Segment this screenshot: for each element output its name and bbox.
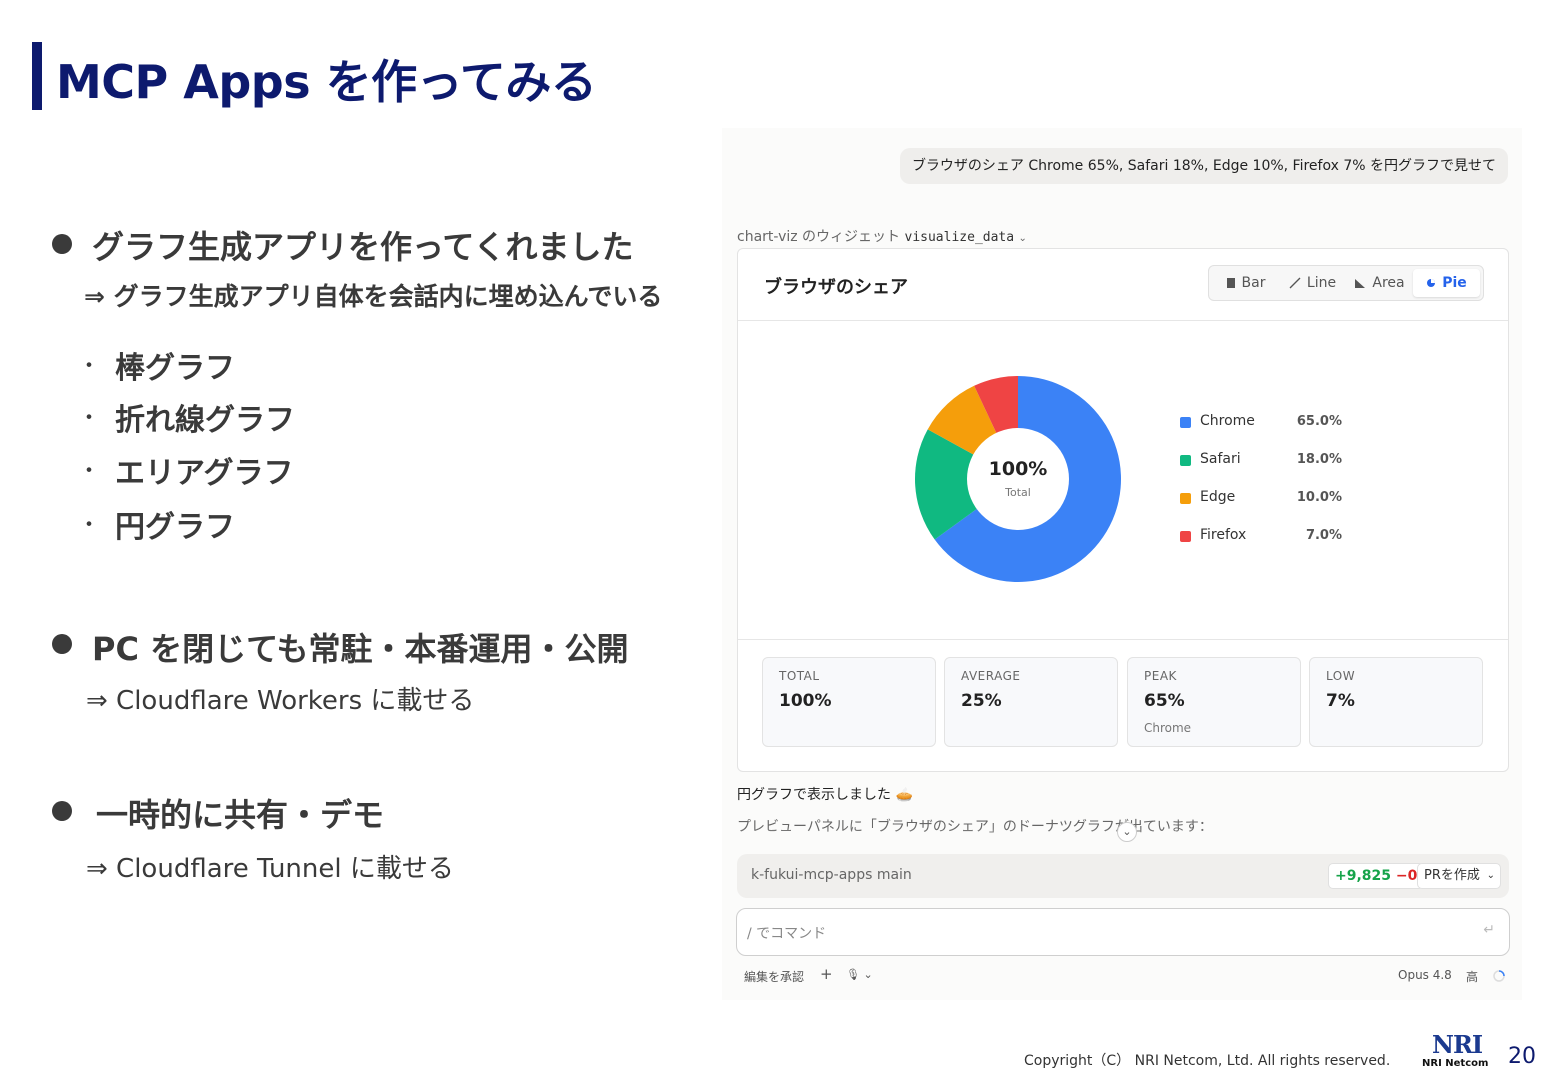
chart-card: ブラウザのシェア Bar Line Area Pie 100% Total Ch… — [737, 248, 1509, 772]
donut-center-label: Total — [1004, 486, 1031, 499]
bullet-heading-2: PC を閉じても常駐・本番運用・公開 — [92, 630, 629, 668]
legend-value: 10.0% — [1296, 490, 1342, 505]
stat-key: LOW — [1326, 669, 1356, 683]
bullet-sub-3: ⇒ Cloudflare Tunnel に載せる — [86, 854, 454, 884]
legend-label: Safari — [1200, 451, 1241, 467]
chevron-down-icon: ⌄ — [1486, 870, 1495, 881]
list-item-line: 折れ線グラフ — [115, 403, 295, 438]
chart-type-bar-button[interactable]: Bar — [1212, 269, 1279, 297]
stat-total: TOTAL 100% — [762, 657, 936, 747]
create-pr-label: PRを作成 — [1424, 868, 1480, 883]
chevron-down-icon: ⌄ — [1018, 233, 1027, 244]
diff-additions: +9,825 — [1335, 868, 1392, 884]
logo-mark: NRI — [1432, 1030, 1483, 1059]
legend-swatch — [1180, 531, 1191, 542]
list-item-bar: 棒グラフ — [115, 351, 235, 386]
list-item-area: エリアグラフ — [115, 456, 294, 491]
widget-prefix: chart-viz のウィジェット — [737, 229, 901, 245]
bullet-dot — [52, 234, 72, 254]
branch-name: k-fukui-mcp-apps main — [751, 867, 912, 883]
chart-type-switcher: Bar Line Area Pie — [1208, 265, 1484, 301]
bullet-dot — [52, 634, 72, 654]
stat-key: TOTAL — [779, 669, 820, 683]
slide-title: MCP Apps を作ってみる — [56, 55, 597, 109]
legend-label: Firefox — [1200, 527, 1247, 543]
nri-logo: NRI NRI Netcom — [1422, 1030, 1488, 1072]
branch-bar: k-fukui-mcp-apps main +9,825 −0 PRを作成 ⌄ — [737, 854, 1509, 898]
stat-peak: PEAK 65% Chrome — [1127, 657, 1301, 747]
bar-icon — [1226, 278, 1235, 288]
stat-key: AVERAGE — [961, 669, 1021, 683]
enter-icon[interactable]: ↵ — [1483, 922, 1495, 938]
bullet-sub-2: ⇒ Cloudflare Workers に載せる — [86, 686, 475, 716]
copyright: Copyright（C） NRI Netcom, Ltd. All rights… — [1024, 1053, 1391, 1069]
legend-value: 7.0% — [1305, 528, 1342, 543]
stat-value: 7% — [1326, 691, 1355, 711]
legend-swatch — [1180, 417, 1191, 428]
line-icon — [1289, 277, 1301, 289]
legend-item: Edge 10.0% — [1178, 485, 1358, 523]
list-marker: ・ — [78, 459, 101, 484]
stat-key: PEAK — [1144, 669, 1177, 683]
list-marker: ・ — [78, 513, 101, 538]
legend-item: Chrome 65.0% — [1178, 409, 1358, 447]
command-input[interactable]: / でコマンド ↵ — [736, 908, 1510, 956]
chart-type-label: Bar — [1241, 275, 1266, 291]
stat-sub: Chrome — [1144, 721, 1192, 735]
chat-screenshot: ブラウザのシェア Chrome 65%, Safari 18%, Edge 10… — [722, 128, 1522, 1000]
diff-deletions: −0 — [1395, 868, 1418, 884]
bullet-dot — [52, 801, 72, 821]
widget-label[interactable]: chart-viz のウィジェット visualize_data ⌄ — [737, 226, 1027, 246]
mic-icon[interactable]: 🎙 ⌄ — [846, 968, 873, 981]
stat-average: AVERAGE 25% — [944, 657, 1118, 747]
list-item-pie: 円グラフ — [115, 510, 235, 545]
list-marker: ・ — [78, 406, 101, 431]
command-placeholder: / でコマンド — [747, 926, 827, 942]
stat-value: 65% — [1144, 691, 1185, 711]
bullet-heading-3: 一時的に共有・デモ — [96, 796, 385, 834]
chart-type-label: Line — [1306, 275, 1337, 291]
donut-center-value: 100% — [989, 458, 1048, 480]
diff-stat[interactable]: +9,825 −0 — [1328, 863, 1425, 889]
create-pr-button[interactable]: PRを作成 ⌄ — [1417, 863, 1501, 889]
bullet-heading-1: グラフ生成アプリを作ってくれました — [92, 228, 634, 266]
donut-chart: 100% Total — [915, 376, 1121, 582]
widget-tool-name: visualize_data — [904, 230, 1015, 245]
list-marker: ・ — [78, 354, 101, 379]
divider — [738, 320, 1508, 321]
approve-edits-toggle[interactable]: 編集を承認 — [744, 968, 804, 985]
user-message: ブラウザのシェア Chrome 65%, Safari 18%, Edge 10… — [899, 148, 1508, 184]
add-icon[interactable]: + — [820, 965, 833, 983]
stat-value: 100% — [779, 691, 832, 711]
assistant-reply: 円グラフで表示しました 🥧 — [737, 787, 913, 803]
page-number: 20 — [1508, 1044, 1536, 1069]
chart-title: ブラウザのシェア — [764, 277, 908, 298]
chart-type-area-button[interactable]: Area — [1346, 269, 1413, 297]
legend-label: Chrome — [1200, 413, 1255, 429]
legend-item: Firefox 7.0% — [1178, 523, 1358, 561]
divider — [738, 639, 1508, 640]
spinner-icon — [1493, 970, 1505, 982]
scroll-down-button[interactable]: ⌄ — [1117, 822, 1137, 842]
bullet-sub-1: ⇒ グラフ生成アプリ自体を会話内に埋め込んでいる — [84, 282, 663, 311]
stat-value: 25% — [961, 691, 1002, 711]
legend-value: 65.0% — [1296, 414, 1342, 429]
title-accent-bar — [32, 42, 42, 110]
stat-low: LOW 7% — [1309, 657, 1483, 747]
chart-type-label: Area — [1372, 275, 1405, 291]
area-icon — [1355, 279, 1366, 288]
model-selector[interactable]: Opus 4.8 — [1398, 968, 1452, 982]
chart-type-line-button[interactable]: Line — [1279, 269, 1346, 297]
legend-swatch — [1180, 493, 1191, 504]
logo-text: NRI Netcom — [1422, 1058, 1489, 1069]
legend-item: Safari 18.0% — [1178, 447, 1358, 485]
effort-selector[interactable]: 高 — [1466, 968, 1478, 985]
legend-swatch — [1180, 455, 1191, 466]
chart-legend: Chrome 65.0% Safari 18.0% Edge 10.0% Fir… — [1178, 409, 1358, 561]
chart-type-pie-button[interactable]: Pie — [1413, 269, 1480, 297]
legend-value: 18.0% — [1296, 452, 1342, 467]
pie-icon — [1427, 279, 1436, 287]
legend-label: Edge — [1200, 489, 1236, 505]
chart-type-label: Pie — [1442, 275, 1467, 291]
